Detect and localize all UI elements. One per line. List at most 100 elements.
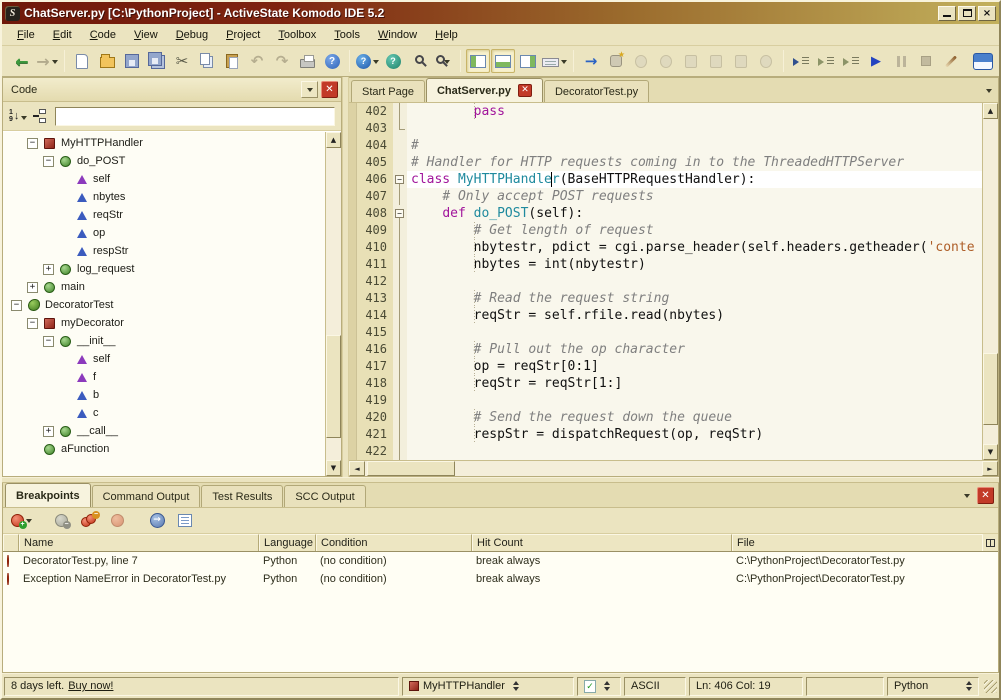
locate-symbol-icon[interactable]	[33, 109, 49, 123]
column-hit-count[interactable]: Hit Count	[472, 534, 732, 551]
sort-order-icon[interactable]: 19↓	[9, 109, 27, 123]
breakpoint-row[interactable]: DecoratorTest.py, line 7 Python (no cond…	[3, 552, 998, 570]
tree-item[interactable]: +__call__	[3, 422, 325, 440]
tab-close-icon[interactable]: ✕	[518, 84, 532, 97]
scroll-up-icon[interactable]: ▲	[983, 103, 998, 119]
check-syntax-icon[interactable]: →	[579, 49, 603, 73]
maximize-button[interactable]	[958, 6, 976, 21]
tree-scrollbar[interactable]: ▲ ▼	[325, 132, 341, 476]
toggle-left-pane-icon[interactable]	[466, 49, 490, 73]
current-line[interactable]: 406−class MyHTTPHandler(BaseHTTPRequestH…	[349, 171, 982, 188]
column-picker-icon[interactable]	[982, 534, 998, 551]
tree-item[interactable]: self	[3, 350, 325, 368]
breakpoint-properties-icon[interactable]	[173, 509, 197, 533]
cut-icon[interactable]: ✂	[170, 49, 194, 73]
go-to-source-icon[interactable]: →	[145, 509, 169, 533]
tree-item[interactable]: −MyHTTPHandler	[3, 134, 325, 152]
symbol-filter-input[interactable]	[55, 107, 335, 126]
browser-icon[interactable]: ?	[355, 49, 380, 73]
tab-chatserver[interactable]: ChatServer.py✕	[426, 78, 543, 102]
back-icon[interactable]: ←	[10, 49, 34, 73]
menu-toolbox[interactable]: Toolbox	[269, 26, 325, 44]
tab-test-results[interactable]: Test Results	[201, 485, 283, 507]
current-symbol-box[interactable]: MyHTTPHandler	[402, 677, 574, 696]
tree-item[interactable]: −DecoratorTest	[3, 296, 325, 314]
menu-help[interactable]: Help	[426, 26, 467, 44]
print-icon[interactable]	[295, 49, 319, 73]
panel-menu-dropdown[interactable]	[301, 81, 318, 98]
undo-icon[interactable]: ↶	[245, 49, 269, 73]
tree-item[interactable]: +main	[3, 278, 325, 296]
tree-item[interactable]: respStr	[3, 242, 325, 260]
check-spinner-icon[interactable]	[604, 678, 610, 694]
encoding-box[interactable]: ASCII	[624, 677, 686, 696]
tree-item[interactable]: f	[3, 368, 325, 386]
menu-file[interactable]: File	[8, 26, 44, 44]
tab-breakpoints[interactable]: Breakpoints	[5, 483, 91, 507]
scroll-left-icon[interactable]: ◄	[349, 461, 365, 476]
tab-list-dropdown[interactable]	[986, 89, 992, 96]
column-file[interactable]: File	[732, 534, 982, 551]
panel-close-icon[interactable]: ✕	[321, 81, 338, 98]
find-in-files-icon[interactable]	[431, 49, 455, 73]
code-editor[interactable]: 402 pass 403 404# 405# Handler for HTTP …	[349, 103, 982, 460]
tree-item[interactable]: reqStr	[3, 206, 325, 224]
toggle-bottom-pane-icon[interactable]	[491, 49, 515, 73]
tree-item[interactable]: op	[3, 224, 325, 242]
menu-window[interactable]: Window	[369, 26, 426, 44]
menu-code[interactable]: Code	[81, 26, 125, 44]
add-breakpoint-icon[interactable]: +	[9, 509, 33, 533]
scroll-up-icon[interactable]: ▲	[326, 132, 341, 148]
table-header[interactable]: Name Language Condition Hit Count File	[3, 534, 998, 552]
buy-now-link[interactable]: Buy now!	[68, 680, 113, 692]
debug-wand-icon[interactable]	[939, 49, 963, 73]
column-condition[interactable]: Condition	[316, 534, 472, 551]
delete-all-breakpoints-icon[interactable]: −	[77, 509, 101, 533]
tab-command-output[interactable]: Command Output	[92, 485, 201, 507]
dock-close-icon[interactable]: ✕	[977, 487, 994, 504]
column-name[interactable]: Name	[19, 534, 259, 551]
breakpoint-row[interactable]: Exception NameError in DecoratorTest.py …	[3, 570, 998, 588]
scroll-down-icon[interactable]: ▼	[326, 460, 341, 476]
menu-edit[interactable]: Edit	[44, 26, 81, 44]
open-file-icon[interactable]	[95, 49, 119, 73]
help-icon[interactable]: ?	[320, 49, 344, 73]
tree-item[interactable]: nbytes	[3, 188, 325, 206]
symbol-spinner-icon[interactable]	[513, 678, 519, 694]
tab-scc-output[interactable]: SCC Output	[284, 485, 365, 507]
step-over-icon[interactable]	[814, 49, 838, 73]
tree-item[interactable]: +log_request	[3, 260, 325, 278]
save-all-icon[interactable]	[145, 49, 169, 73]
resize-grip[interactable]	[984, 680, 997, 693]
tree-item[interactable]: self	[3, 170, 325, 188]
menu-debug[interactable]: Debug	[167, 26, 217, 44]
toggle-right-pane-icon[interactable]	[516, 49, 540, 73]
tab-start-page[interactable]: Start Page	[351, 80, 425, 102]
close-button[interactable]: ×	[978, 6, 996, 21]
copy-icon[interactable]	[195, 49, 219, 73]
menu-project[interactable]: Project	[217, 26, 269, 44]
step-into-icon[interactable]	[789, 49, 813, 73]
toolbox-icon[interactable]	[971, 49, 995, 73]
find-icon[interactable]	[406, 49, 430, 73]
editor-vscrollbar[interactable]: ▲ ▼	[982, 103, 998, 460]
tree-item[interactable]: −__init__	[3, 332, 325, 350]
tree-item[interactable]: c	[3, 404, 325, 422]
menu-view[interactable]: View	[125, 26, 167, 44]
syntax-check-box[interactable]: ✓	[577, 677, 621, 696]
paste-icon[interactable]	[220, 49, 244, 73]
preview-icon[interactable]: ?	[381, 49, 405, 73]
new-file-icon[interactable]	[70, 49, 94, 73]
save-icon[interactable]	[120, 49, 144, 73]
dock-menu-dropdown[interactable]	[964, 494, 970, 501]
editor-hscrollbar[interactable]: ◄ ►	[349, 460, 998, 476]
step-out-icon[interactable]	[839, 49, 863, 73]
tree-item[interactable]: −myDecorator	[3, 314, 325, 332]
breakpoint-margin[interactable]	[349, 103, 357, 120]
language-spinner-icon[interactable]	[966, 678, 972, 694]
forward-icon[interactable]: →	[35, 49, 59, 73]
column-language[interactable]: Language	[259, 534, 316, 551]
menu-tools[interactable]: Tools	[325, 26, 369, 44]
redo-icon[interactable]: ↷	[270, 49, 294, 73]
tree-item[interactable]: b	[3, 386, 325, 404]
